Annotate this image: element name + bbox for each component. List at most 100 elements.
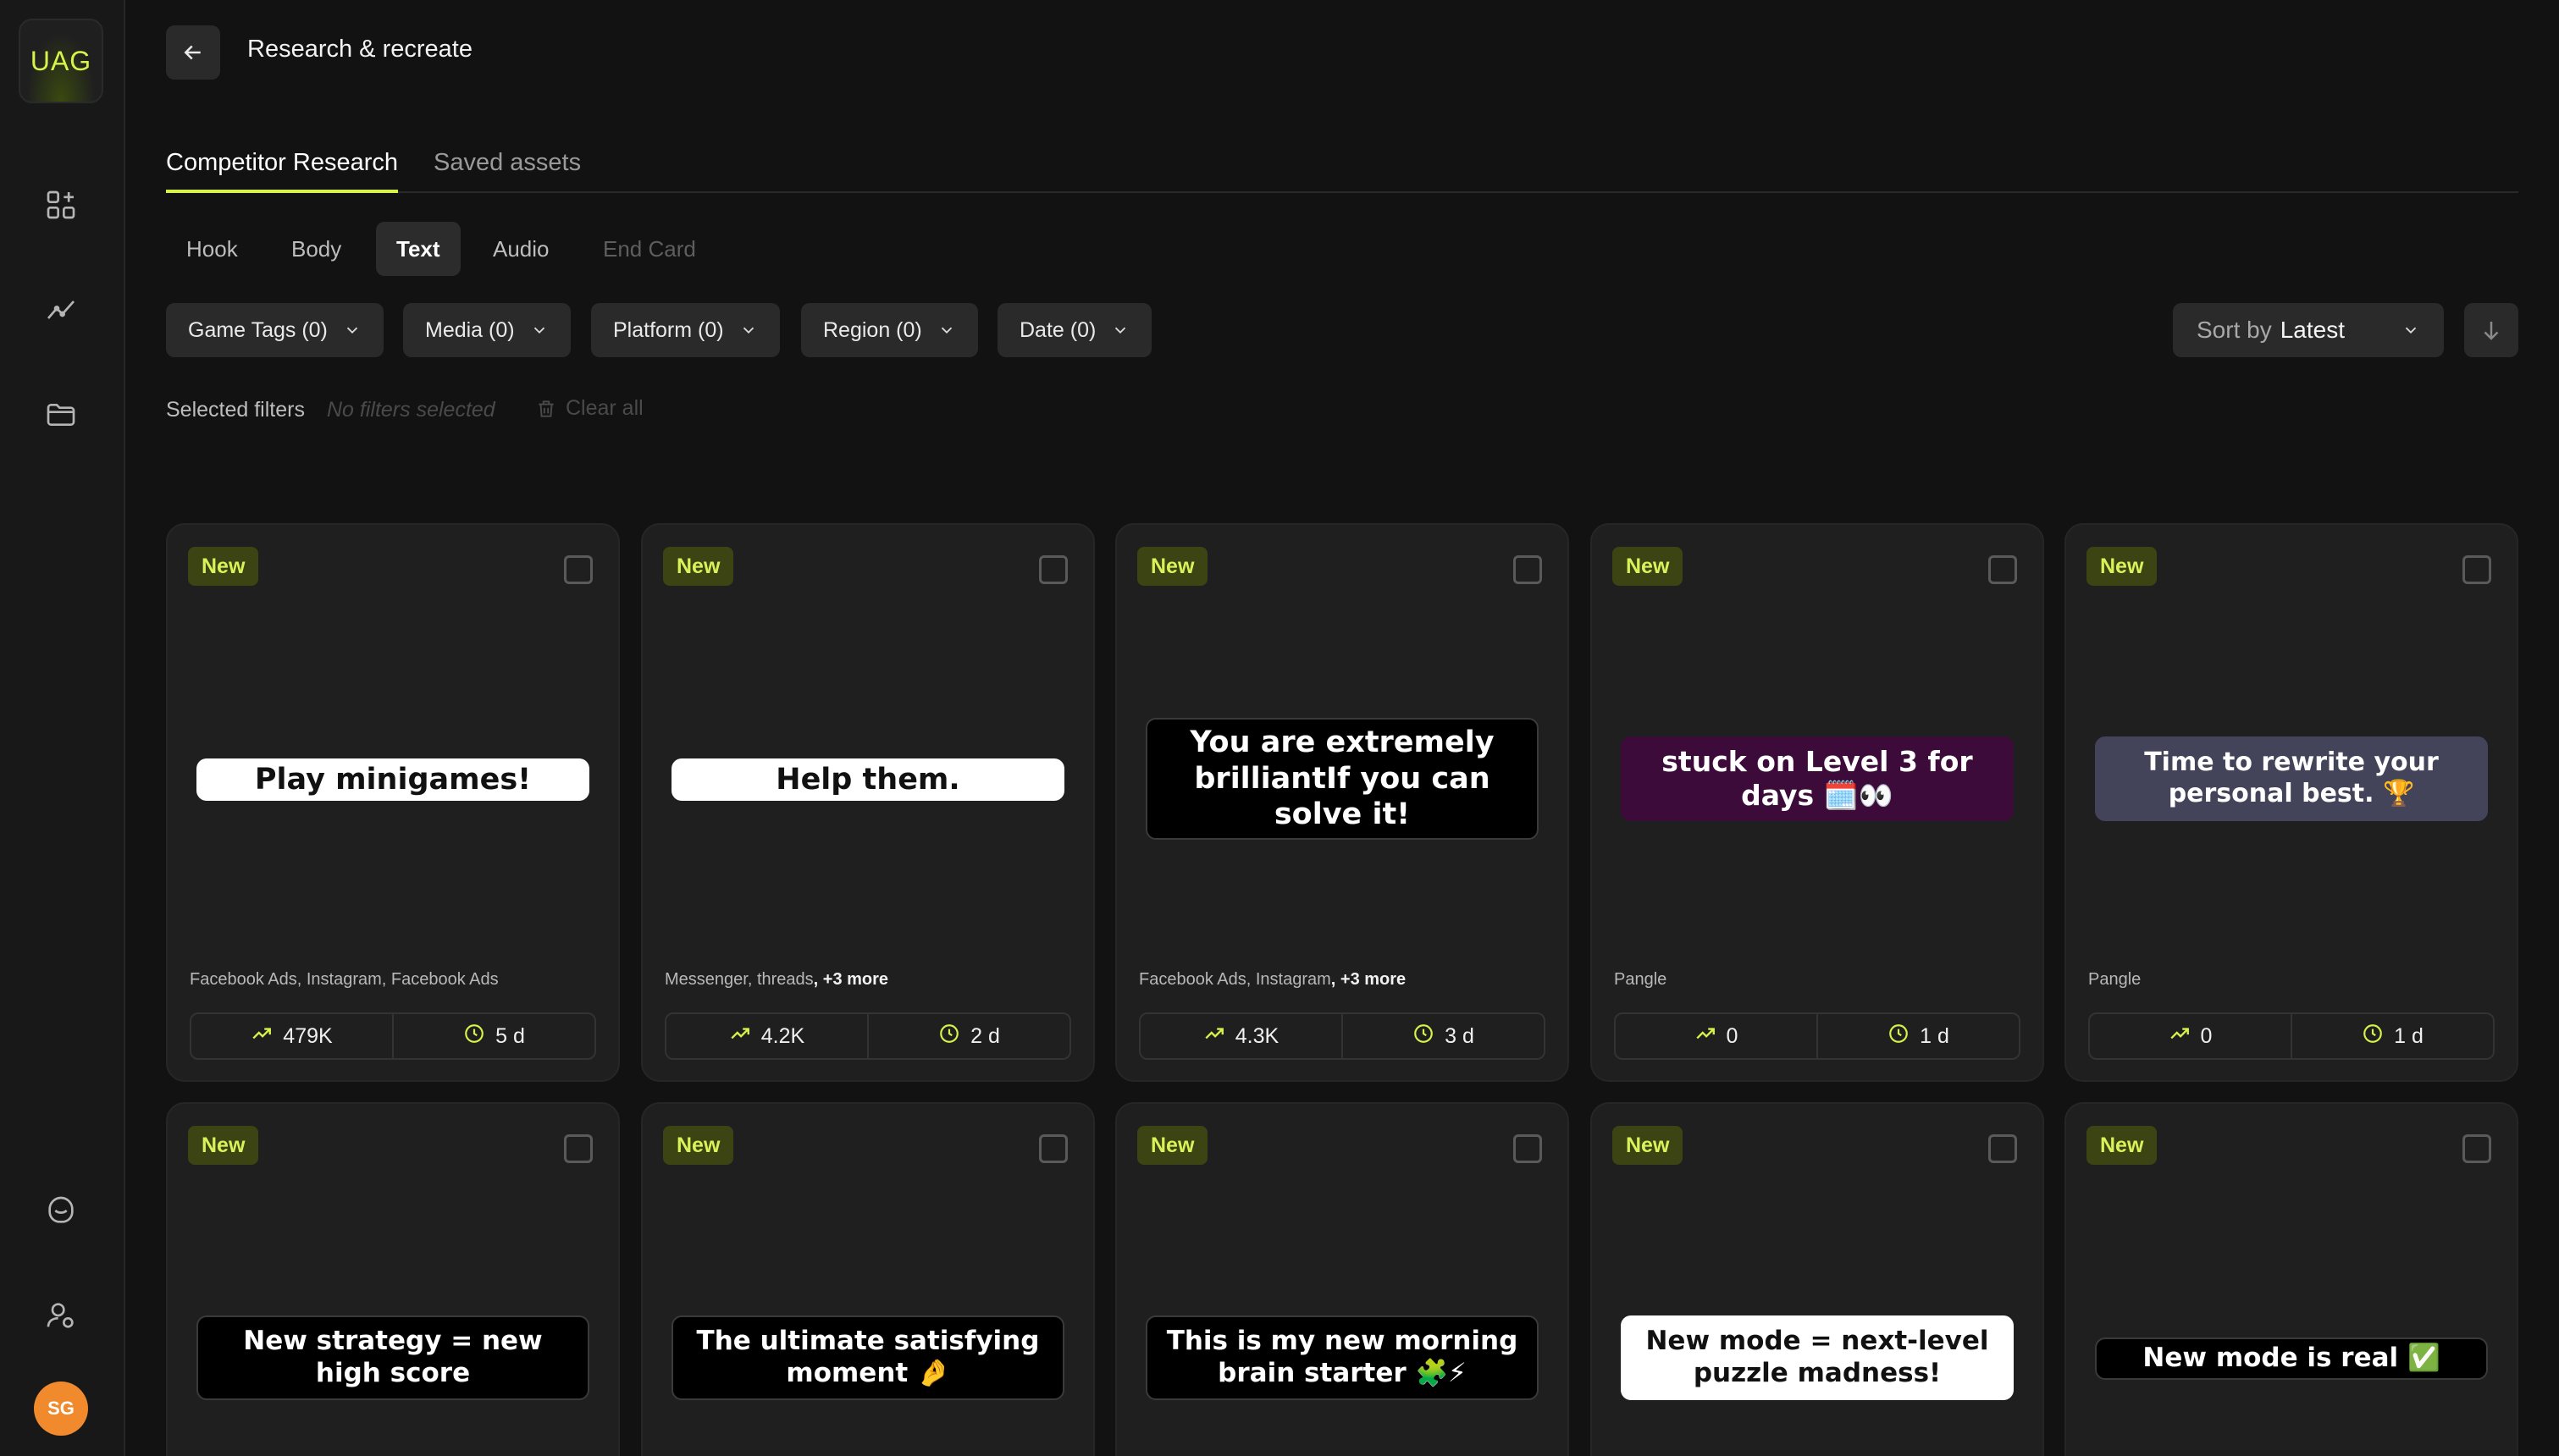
age-stat: 1 d — [2291, 1014, 2493, 1058]
reach-stat: 4.2K — [666, 1014, 867, 1058]
creative-card[interactable]: New stuck on Level 3 for days 🗓️👀 Pangle 0 1… — [1590, 523, 2044, 1082]
new-badge: New — [663, 1126, 734, 1165]
new-badge: New — [663, 547, 734, 586]
creative-card[interactable]: New The ultimate satisfying moment 🤌 — [641, 1102, 1095, 1456]
reach-value: 4.2K — [760, 1023, 805, 1048]
chevron-down-icon — [533, 327, 544, 334]
platform-list: Pangle — [1614, 970, 1666, 990]
age-value: 1 d — [2394, 1023, 2424, 1048]
folder-icon[interactable] — [37, 391, 85, 438]
new-badge: New — [1612, 1126, 1683, 1165]
card-stats: 479K 5 d — [190, 1012, 596, 1060]
clear-all-label: Clear all — [566, 396, 644, 420]
support-icon[interactable] — [37, 1187, 85, 1234]
analytics-icon[interactable] — [37, 286, 85, 334]
back-button[interactable] — [166, 25, 220, 80]
subtab-audio[interactable]: Audio — [473, 222, 570, 276]
subtab-text[interactable]: Text — [376, 222, 461, 276]
platform-list: Pangle — [2088, 970, 2141, 990]
creative-text-preview: New mode = next-level puzzle madness! — [1621, 1315, 2014, 1400]
app-logo[interactable]: UAG — [19, 19, 103, 103]
select-checkbox[interactable] — [1039, 555, 1068, 584]
filter-label: Media (0) — [425, 317, 515, 342]
creative-text-preview: This is my new morning brain starter 🧩⚡ — [1146, 1315, 1539, 1400]
trending-up-icon — [251, 1023, 273, 1051]
filter-date[interactable]: Date (0) — [998, 303, 1152, 357]
chevron-down-icon — [743, 327, 754, 334]
creative-card[interactable]: New Time to rewrite your personal best. 🏆… — [2064, 523, 2518, 1082]
filter-game-tags[interactable]: Game Tags (0) — [166, 303, 384, 357]
select-checkbox[interactable] — [1988, 555, 2017, 584]
select-checkbox[interactable] — [2462, 1134, 2491, 1163]
main-tabs: Competitor Research Saved assets — [166, 146, 2518, 193]
creative-text-preview: The ultimate satisfying moment 🤌 — [672, 1315, 1064, 1400]
more-platforms-link[interactable]: , +3 more — [814, 970, 888, 989]
creative-card[interactable]: New Play minigames! Facebook Ads, Instagra… — [166, 523, 620, 1082]
reach-value: 0 — [2200, 1023, 2213, 1048]
creative-text-preview: New mode is real ✅ — [2095, 1337, 2488, 1380]
user-avatar[interactable]: SG — [34, 1382, 88, 1436]
filter-media[interactable]: Media (0) — [403, 303, 571, 357]
more-platforms-link[interactable]: , +3 more — [1331, 970, 1406, 989]
clock-icon — [1412, 1023, 1434, 1051]
clock-icon — [938, 1023, 960, 1051]
filter-region[interactable]: Region (0) — [801, 303, 978, 357]
age-value: 1 d — [1920, 1023, 1949, 1048]
clock-icon — [2362, 1023, 2384, 1051]
creative-card[interactable]: New New mode = next-level puzzle madness! — [1590, 1102, 2044, 1456]
platform-list: Facebook Ads, Instagram, Facebook Ads — [190, 970, 499, 990]
selected-filters-label: Selected filters — [166, 398, 305, 422]
creative-card[interactable]: New This is my new morning brain starter … — [1115, 1102, 1569, 1456]
filter-platform[interactable]: Platform (0) — [591, 303, 780, 357]
card-stats: 4.2K 2 d — [665, 1012, 1071, 1060]
apps-icon[interactable] — [37, 181, 85, 229]
page-title: Research & recreate — [247, 36, 473, 63]
chevron-down-icon — [1115, 327, 1126, 334]
user-settings-icon[interactable] — [37, 1292, 85, 1339]
card-stats: 0 1 d — [2088, 1012, 2495, 1060]
creative-card[interactable]: New Help them. Messenger, threads, +3 more… — [641, 523, 1095, 1082]
sort-value: Latest — [2280, 317, 2345, 343]
subtab-body[interactable]: Body — [271, 222, 362, 276]
new-badge: New — [1137, 547, 1208, 586]
select-checkbox[interactable] — [1513, 1134, 1542, 1163]
creative-card[interactable]: New You are extremely brilliantIf you can… — [1115, 523, 1569, 1082]
reach-value: 0 — [1726, 1023, 1738, 1048]
sort-direction-button[interactable] — [2464, 303, 2518, 357]
select-checkbox[interactable] — [564, 1134, 593, 1163]
sort-dropdown[interactable]: Sort by Latest — [2173, 303, 2444, 357]
platform-names: Pangle — [1614, 970, 1667, 989]
creative-text-preview: stuck on Level 3 for days 🗓️👀 — [1621, 736, 2014, 821]
clock-icon — [463, 1023, 485, 1051]
filter-label: Platform (0) — [613, 317, 724, 342]
creative-card[interactable]: New New mode is real ✅ — [2064, 1102, 2518, 1456]
trending-up-icon — [2169, 1023, 2191, 1051]
age-value: 5 d — [495, 1023, 525, 1048]
filter-label: Game Tags (0) — [188, 317, 328, 342]
tab-competitor-research[interactable]: Competitor Research — [166, 146, 398, 193]
reach-stat: 0 — [2090, 1014, 2291, 1058]
creative-card[interactable]: New New strategy = new high score — [166, 1102, 620, 1456]
select-checkbox[interactable] — [1039, 1134, 1068, 1163]
select-checkbox[interactable] — [1988, 1134, 2017, 1163]
creative-text-preview: Help them. — [672, 758, 1064, 801]
chevron-down-icon — [2405, 327, 2417, 334]
age-stat: 2 d — [867, 1014, 1069, 1058]
clear-all-button[interactable]: Clear all — [535, 396, 644, 421]
arrow-down-icon — [2484, 322, 2499, 340]
select-checkbox[interactable] — [564, 555, 593, 584]
subtab-hook[interactable]: Hook — [166, 222, 258, 276]
new-badge: New — [1137, 1126, 1208, 1165]
new-badge: New — [188, 1126, 259, 1165]
select-checkbox[interactable] — [2462, 555, 2491, 584]
filter-label: Date (0) — [1020, 317, 1097, 342]
tab-saved-assets[interactable]: Saved assets — [434, 146, 581, 193]
arrow-left-icon — [184, 45, 201, 60]
age-value: 2 d — [970, 1023, 1000, 1048]
platform-names: Facebook Ads, Instagram, Facebook Ads — [190, 970, 499, 989]
subtab-end-card[interactable]: End Card — [583, 222, 716, 276]
reach-stat: 0 — [1616, 1014, 1816, 1058]
select-checkbox[interactable] — [1513, 555, 1542, 584]
platform-list: Facebook Ads, Instagram, +3 more — [1139, 970, 1406, 990]
age-value: 3 d — [1445, 1023, 1474, 1048]
